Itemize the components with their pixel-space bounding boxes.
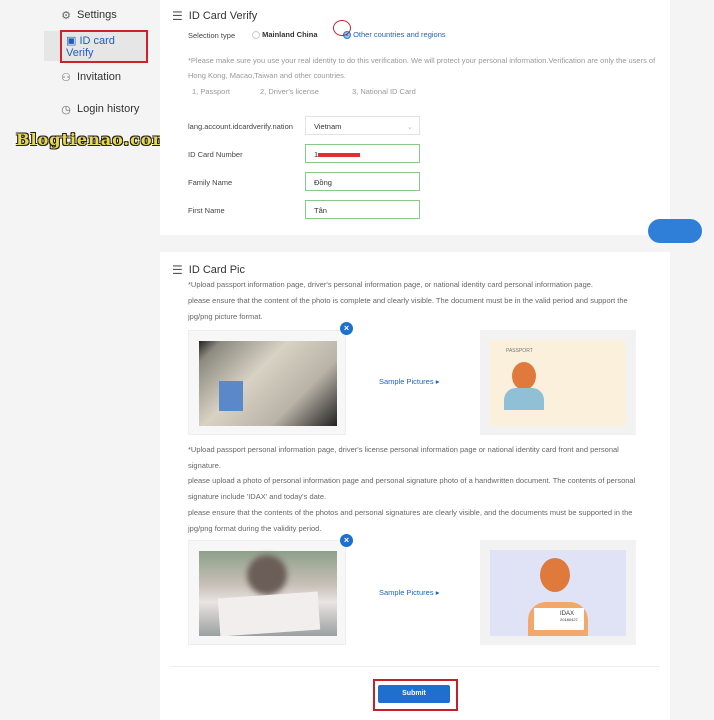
sidebar-item-invitation[interactable]: ⚇ Invitation <box>44 62 148 92</box>
sidebar-item-label: ▣ ID card Verify <box>60 29 148 63</box>
instruction-text: please ensure that the contents of the p… <box>188 508 633 517</box>
id-card-image <box>199 341 337 426</box>
radio-other-countries[interactable]: Other countries and regions <box>343 30 446 40</box>
passport-sample-image: PASSPORT <box>480 330 636 435</box>
sidebar-item-id-card-verify[interactable]: ▣ ID card Verify <box>44 29 148 63</box>
submit-button[interactable]: Submit <box>378 685 450 703</box>
sample-pictures-link[interactable]: Sample Pictures ▸ <box>379 377 439 386</box>
doc-type: 3, National ID Card <box>352 87 416 96</box>
notice-text: Hong Kong, Macao,Taiwan and other countr… <box>188 71 347 80</box>
chevron-down-icon: ⌄ <box>406 122 413 131</box>
divider <box>170 666 660 667</box>
instruction-text: jpg/png picture format. <box>188 312 263 321</box>
chat-bubble-button[interactable] <box>648 219 702 243</box>
sidebar-item-settings[interactable]: ⚙ Settings <box>44 0 148 30</box>
remove-photo-icon[interactable]: × <box>340 534 353 547</box>
id-card-pic-panel: ☰ ID Card Pic *Upload passport informatio… <box>160 252 670 720</box>
instruction-text: *Upload passport information page, drive… <box>188 280 593 289</box>
clock-icon: ◷ <box>61 103 71 116</box>
idax-sign: IDAX 20180427 <box>534 608 584 630</box>
portrait-image <box>219 381 243 411</box>
id-card-icon: ▣ <box>66 34 80 47</box>
doc-type: 1, Passport <box>192 87 230 96</box>
signature-sample-image: IDAX 20180427 <box>480 540 636 645</box>
first-name-label: First Name <box>188 206 225 215</box>
signature-image <box>199 551 337 637</box>
instruction-text: jpg/png format during the validity perio… <box>188 524 322 533</box>
instruction-text: please ensure that the content of the ph… <box>188 296 628 305</box>
section-title: ☰ ID Card Verify <box>172 9 258 23</box>
id-number-label: ID Card Number <box>188 150 243 159</box>
first-name-input[interactable]: Tân <box>305 200 420 219</box>
sidebar: ⚙ Settings ▣ ID card Verify ⚇ Invitation ◷… <box>0 0 169 720</box>
uploaded-signature-photo[interactable] <box>188 540 346 645</box>
nation-label: lang.account.idcardverify.nation <box>188 122 293 131</box>
instruction-text: please upload a photo of personal inform… <box>188 476 636 485</box>
instruction-text: signature include 'IDAX' and today's dat… <box>188 492 327 501</box>
instruction-text: *Upload passport personal information pa… <box>188 445 619 454</box>
doc-type: 2, Driver's license <box>260 87 319 96</box>
sample-pictures-link[interactable]: Sample Pictures ▸ <box>379 588 439 597</box>
selection-type-label: Selection type <box>188 31 236 40</box>
remove-photo-icon[interactable]: × <box>340 322 353 335</box>
uploaded-id-photo[interactable] <box>188 330 346 435</box>
redaction <box>318 153 361 158</box>
family-name-input[interactable]: Đồng <box>305 172 420 191</box>
menu-icon: ☰ <box>172 263 183 277</box>
highlight-circle <box>333 20 351 36</box>
notice-text: *Please make sure you use your real iden… <box>188 56 656 65</box>
section-title: ☰ ID Card Pic <box>172 263 246 277</box>
menu-icon: ☰ <box>172 9 183 23</box>
instruction-text: signature. <box>188 461 221 470</box>
sidebar-item-login-history[interactable]: ◷ Login history <box>44 94 148 124</box>
gear-icon: ⚙ <box>61 9 71 22</box>
id-card-verify-panel: ☰ ID Card Verify Selection type Mainland … <box>160 0 670 235</box>
avatar-illustration <box>540 558 570 592</box>
radio-mainland-china[interactable]: Mainland China <box>252 30 318 40</box>
user-icon: ⚇ <box>61 71 71 84</box>
passport-label: PASSPORT <box>506 348 533 354</box>
id-number-input[interactable]: 1 <box>305 144 420 163</box>
family-name-label: Family Name <box>188 178 233 187</box>
avatar-illustration <box>512 362 536 390</box>
watermark: Blogtienao.com <box>16 130 171 149</box>
nation-select[interactable]: Vietnam ⌄ <box>305 116 420 135</box>
